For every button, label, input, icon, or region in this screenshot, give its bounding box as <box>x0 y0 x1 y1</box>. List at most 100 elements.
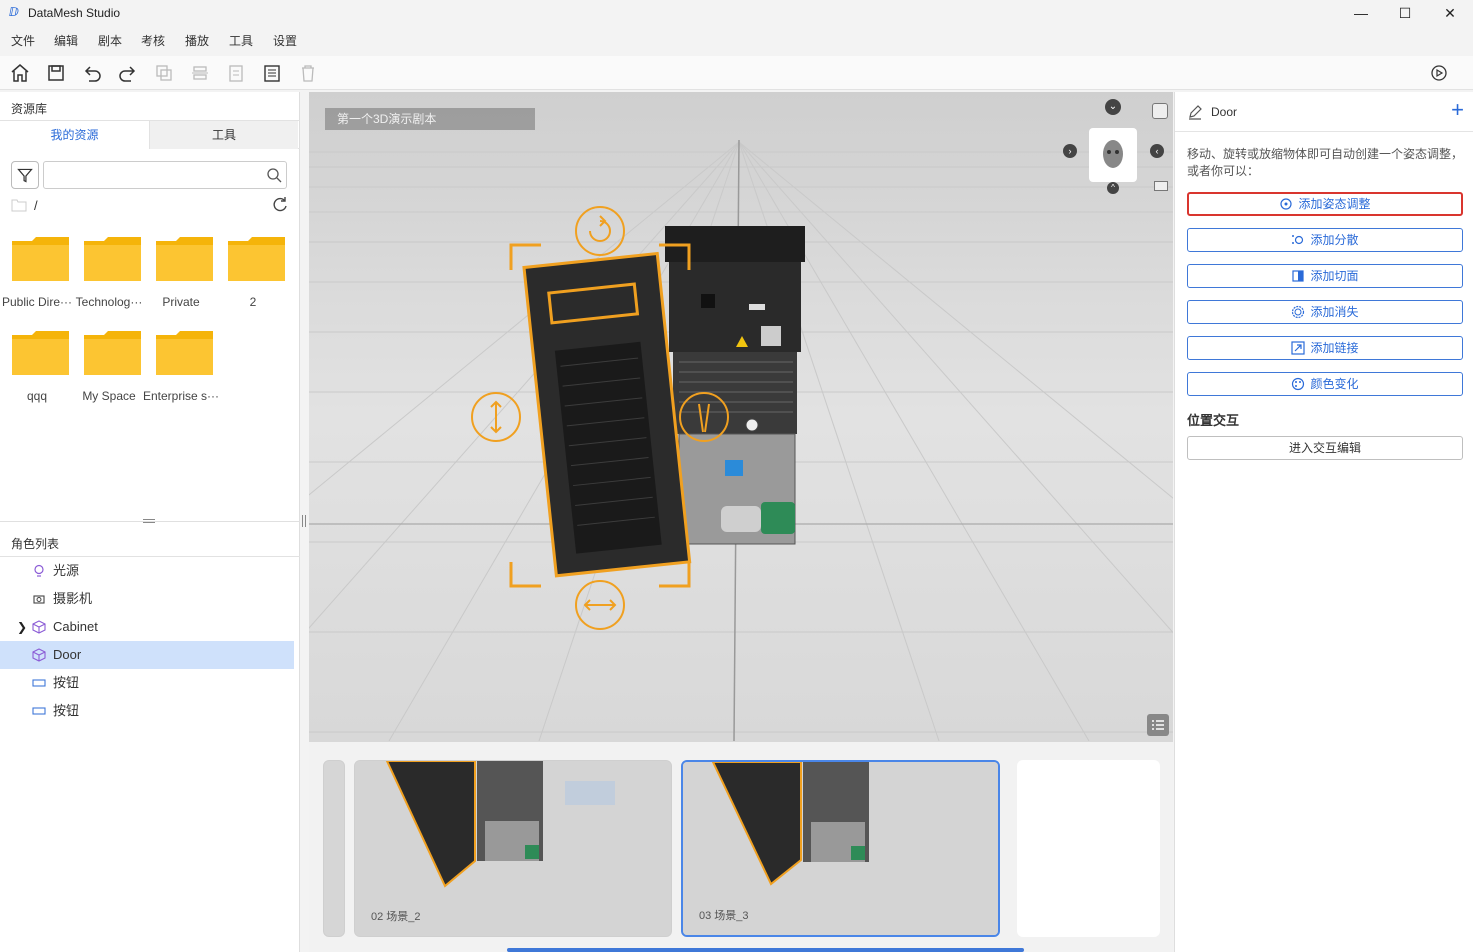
tab-my-resources[interactable]: 我的资源 <box>0 121 149 149</box>
color-change-button[interactable]: 颜色变化 <box>1187 372 1463 396</box>
minimize-button[interactable]: — <box>1338 0 1384 26</box>
scene-caption: 03 场景_3 <box>699 910 749 922</box>
app-logo-icon: ⅅ <box>9 5 19 19</box>
folder-label: 2 <box>249 295 257 309</box>
chevron-left-icon[interactable]: › <box>1063 144 1077 158</box>
panel-splitter[interactable] <box>0 518 300 526</box>
folder-label: Enterprise s··· <box>142 389 219 403</box>
copy-icon[interactable] <box>153 62 175 84</box>
menu-play[interactable]: 播放 <box>185 32 209 49</box>
menu-settings[interactable]: 设置 <box>273 32 297 49</box>
role-label: 摄影机 <box>53 591 93 606</box>
undo-icon[interactable] <box>81 62 103 84</box>
scene-thumbnail[interactable] <box>323 760 345 937</box>
role-item-door[interactable]: Door <box>0 641 294 669</box>
tab-tools[interactable]: 工具 <box>149 121 298 149</box>
add-link-button[interactable]: 添加链接 <box>1187 336 1463 360</box>
folder-item[interactable]: Private <box>144 237 216 317</box>
paste-icon[interactable] <box>225 62 247 84</box>
scene-thumbnail[interactable]: 02 场景_2 <box>354 760 672 937</box>
folder-icon <box>156 237 213 281</box>
disappear-icon <box>1292 305 1305 319</box>
button-label: 添加切面 <box>1310 269 1359 283</box>
keyboard-icon[interactable] <box>1154 181 1168 191</box>
role-item-button[interactable]: 按钮 <box>0 669 294 697</box>
folder-path-icon <box>11 198 27 215</box>
role-item-camera[interactable]: 摄影机 <box>0 585 294 613</box>
folder-item[interactable]: 2 <box>216 237 288 317</box>
position-interaction-title: 位置交互 <box>1187 413 1240 428</box>
screenshot-icon[interactable] <box>1152 103 1168 119</box>
notes-icon[interactable] <box>261 62 283 84</box>
chevron-up-icon[interactable]: ^ <box>1107 182 1119 194</box>
filter-button[interactable] <box>11 161 39 189</box>
app-title: DataMesh Studio <box>28 6 121 20</box>
3d-viewport[interactable]: 第一个3D演示剧本 ⌄ › ‹ ^ <box>309 92 1173 741</box>
pose-icon <box>1280 198 1293 210</box>
menu-edit[interactable]: 编辑 <box>54 32 78 49</box>
chevron-right-icon[interactable]: ‹ <box>1150 144 1164 158</box>
folder-item[interactable]: Technolog··· <box>72 237 144 317</box>
expand-arrow-icon[interactable]: ❯ <box>17 613 27 641</box>
role-label: Door <box>53 647 82 662</box>
close-button[interactable]: ✕ <box>1427 0 1473 26</box>
chevron-down-icon[interactable]: ⌄ <box>1105 99 1121 115</box>
current-path: / <box>34 198 38 213</box>
home-icon[interactable] <box>9 62 31 84</box>
folder-icon <box>84 331 141 375</box>
folder-label: Private <box>162 295 200 309</box>
button-icon <box>32 679 46 687</box>
camera-icon <box>33 595 45 604</box>
enter-interaction-edit-button[interactable]: 进入交互编辑 <box>1187 436 1463 460</box>
add-icon[interactable]: + <box>1451 98 1464 122</box>
pencil-icon[interactable] <box>1187 104 1203 120</box>
folder-item[interactable]: Enterprise s··· <box>143 331 219 411</box>
object-header: Door + <box>1175 92 1473 132</box>
role-list: 光源 摄影机 ❯ Cabinet Door 按钮 按钮 <box>0 557 294 725</box>
add-pose-adjust-button[interactable]: 添加姿态调整 <box>1187 192 1463 216</box>
menu-file[interactable]: 文件 <box>11 32 35 49</box>
vertical-splitter[interactable] <box>301 515 307 529</box>
role-label: 光源 <box>53 563 80 578</box>
view-cube[interactable] <box>1089 128 1137 182</box>
scene-caption: 02 场景_2 <box>371 911 421 923</box>
resource-panel: 资源库 我的资源 工具 / Public Dire··· Technolog··… <box>0 92 300 952</box>
search-field[interactable] <box>43 161 287 189</box>
folder-icon <box>12 237 69 281</box>
redo-icon[interactable] <box>117 62 139 84</box>
delete-icon[interactable] <box>297 62 319 84</box>
folder-item[interactable]: qqq <box>0 331 72 411</box>
add-scene-slot[interactable] <box>1017 760 1160 937</box>
title-bar: ⅅ DataMesh Studio — ☐ ✕ <box>0 0 1473 26</box>
role-item-cabinet[interactable]: ❯ Cabinet <box>0 613 294 641</box>
role-item-button[interactable]: 按钮 <box>0 697 294 725</box>
button-label: 添加分散 <box>1310 233 1359 247</box>
add-section-button[interactable]: 添加切面 <box>1187 264 1463 288</box>
folder-label: qqq <box>26 389 48 403</box>
role-item-light[interactable]: 光源 <box>0 557 294 585</box>
menu-tools[interactable]: 工具 <box>229 32 253 49</box>
search-icon[interactable] <box>266 167 282 183</box>
section-icon <box>1292 270 1305 282</box>
folder-item[interactable]: Public Dire··· <box>0 237 72 317</box>
add-explode-button[interactable]: 添加分散 <box>1187 228 1463 252</box>
align-icon[interactable] <box>189 62 211 84</box>
timeline-scrollbar[interactable] <box>507 948 1024 952</box>
button-label: 颜色变化 <box>1310 377 1359 391</box>
palette-icon <box>1292 377 1305 391</box>
toolbar <box>0 56 1473 90</box>
menu-script[interactable]: 剧本 <box>98 32 122 49</box>
play-icon[interactable] <box>1428 62 1450 84</box>
add-disappear-button[interactable]: 添加消失 <box>1187 300 1463 324</box>
folder-item[interactable]: My Space <box>72 331 144 411</box>
search-input[interactable] <box>44 162 254 188</box>
role-label: 按钮 <box>53 675 80 690</box>
scene-canvas[interactable] <box>309 92 1173 741</box>
list-icon[interactable] <box>1147 714 1169 736</box>
refresh-icon[interactable] <box>271 196 289 217</box>
scene-thumbnail-selected[interactable]: 03 场景_3 <box>681 760 1000 937</box>
save-icon[interactable] <box>45 62 67 84</box>
menu-exam[interactable]: 考核 <box>141 32 165 49</box>
instructions-text: 移动、旋转或放缩物体即可自动创建一个姿态调整，或者你可以： <box>1187 147 1464 178</box>
maximize-button[interactable]: ☐ <box>1382 0 1428 26</box>
